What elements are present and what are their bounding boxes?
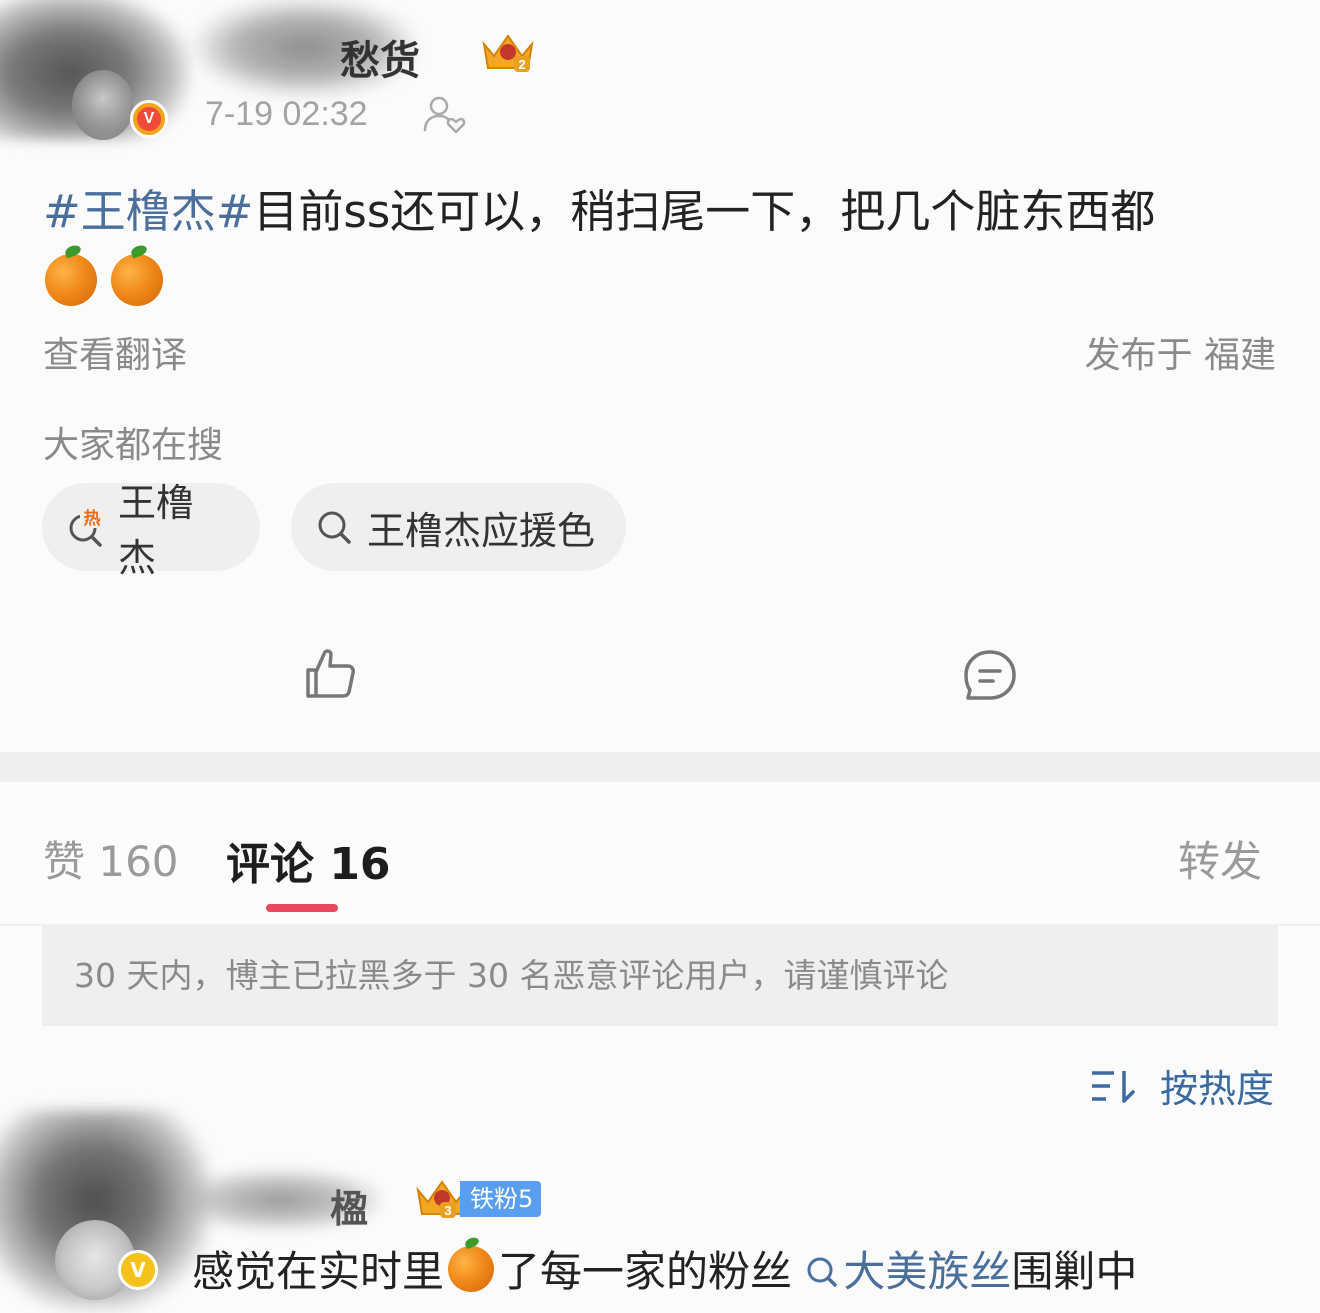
tabs-bar (0, 782, 1320, 924)
post-text: 目前ss还可以，稍扫尾一下，把几个脏东西都 (253, 185, 1156, 238)
chip-label: 王橹杰 (118, 481, 195, 580)
hot-search-icon: 热 (69, 506, 104, 547)
hot-search-chip[interactable]: 王橹杰应援色 (291, 483, 626, 571)
thumbs-up-icon[interactable] (300, 644, 360, 704)
tab-likes[interactable]: 赞 160 (43, 828, 179, 889)
follow-user-icon[interactable] (422, 94, 466, 134)
translate-link[interactable]: 查看翻译 (43, 326, 187, 378)
sort-control[interactable]: 按热度 (1090, 1058, 1274, 1113)
post-timestamp: 7-19 02:32 (205, 95, 368, 133)
comment-search-link[interactable]: 大美族丝 (805, 1247, 1011, 1296)
orange-emoji-icon (111, 254, 163, 306)
comment-notice: 30 天内，博主已拉黑多于 30 名恶意评论用户，请谨慎评论 (42, 926, 1278, 1026)
svg-text:热: 热 (84, 508, 101, 529)
comment-bubble-icon[interactable] (960, 646, 1020, 706)
svg-text:2: 2 (518, 57, 525, 72)
commenter-username[interactable]: 楹 (330, 1178, 368, 1233)
post-body: #王橹杰#目前ss还可以，稍扫尾一下，把几个脏东西都 (43, 182, 1283, 242)
section-divider (0, 752, 1320, 782)
sort-label: 按热度 (1159, 1067, 1274, 1111)
post-location: 发布于 福建 (1084, 335, 1276, 376)
active-tab-indicator (266, 904, 338, 912)
chip-label: 王橹杰应援色 (367, 508, 596, 553)
author-avatar[interactable] (72, 70, 134, 140)
hot-search-chip[interactable]: 热 王橹杰 (42, 481, 260, 580)
orange-emoji-icon (448, 1246, 495, 1292)
sort-icon (1091, 1070, 1135, 1103)
tab-reposts[interactable]: 转发 (1178, 828, 1262, 889)
tab-comments[interactable]: 评论 16 (226, 828, 391, 892)
verified-badge: V (130, 100, 168, 138)
search-icon (318, 511, 351, 544)
search-icon (807, 1257, 838, 1287)
crown-icon: 2 (482, 34, 534, 72)
emoji-row (45, 248, 163, 308)
commenter-verified-badge: V (118, 1250, 158, 1290)
hot-search-title: 大家都在搜 (43, 425, 224, 466)
topic-link[interactable]: #王橹杰# (43, 185, 253, 238)
author-username[interactable]: 愁货 (340, 28, 420, 86)
fan-level-badge: 铁粉5 (460, 1181, 542, 1217)
orange-emoji-icon (45, 254, 97, 306)
svg-text:3: 3 (444, 1203, 451, 1218)
comment-text: 感觉在实时里 了每一家的粉丝 大美族丝围剿中 (192, 1246, 1138, 1296)
